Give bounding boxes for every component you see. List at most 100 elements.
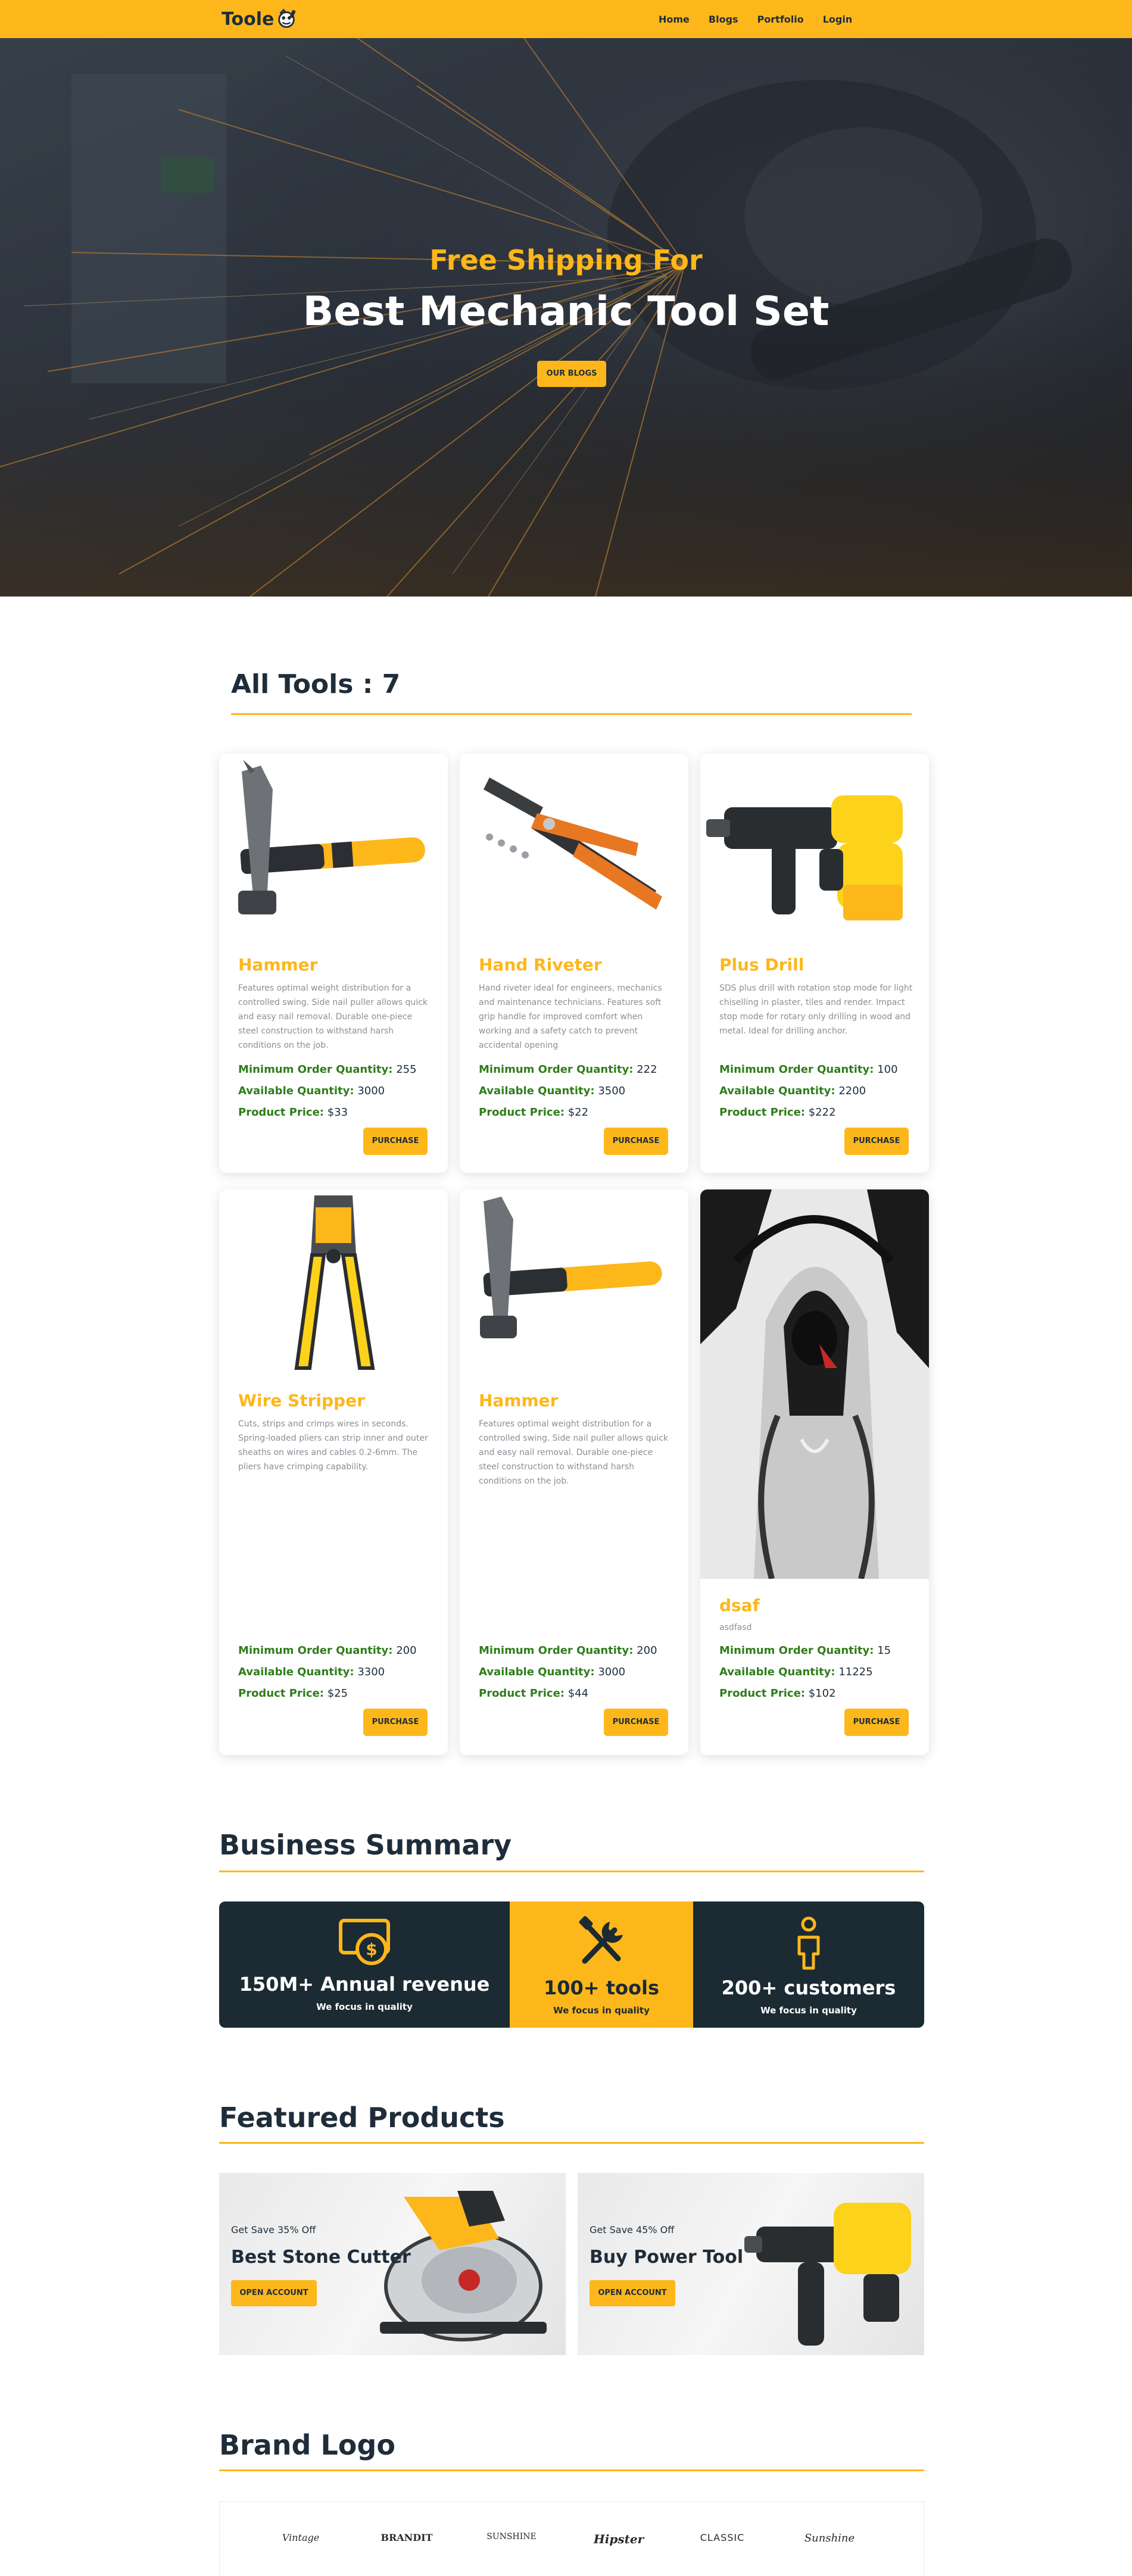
hero-banner: Free Shipping For Best Mechanic Tool Set… (0, 38, 1132, 597)
summary-customers: 200+ customers We focus in quality (693, 1901, 924, 2028)
available-label: Available Quantity: (479, 1666, 595, 1678)
brand-logo-hipster: Hipster (593, 2532, 644, 2546)
logo-text: Toole (222, 8, 275, 30)
tool-image (700, 1189, 929, 1580)
tool-description: Features optimal weight distribution for… (238, 983, 428, 1050)
purchase-button[interactable]: PURCHASE (363, 1128, 428, 1155)
tool-available: Available Quantity: 3000 (238, 1085, 385, 1097)
featured-title: Buy Power Tool (590, 2247, 744, 2268)
featured-heading: Featured Products (219, 2102, 505, 2134)
purchase-button[interactable]: PURCHASE (844, 1128, 909, 1155)
tool-image (219, 754, 448, 943)
brand-logo-brandit: BRANDIT (381, 2532, 433, 2543)
price-value: $33 (327, 1106, 348, 1119)
brand-heading-underline (219, 2469, 924, 2471)
tool-name: Hammer (479, 1391, 559, 1410)
featured-title: Best Stone Cutter (231, 2247, 411, 2268)
tool-card: dsaf asdfasd Minimum Order Quantity: 15 … (700, 1189, 929, 1755)
tool-available: Available Quantity: 3500 (479, 1085, 625, 1097)
tool-card: Hammer Features optimal weight distribut… (219, 754, 448, 1173)
featured-card: Get Save 35% Off Best Stone Cutter OPEN … (219, 2173, 566, 2355)
tool-min-order: Minimum Order Quantity: 15 (719, 1644, 891, 1657)
tool-available: Available Quantity: 3000 (479, 1666, 625, 1678)
min-order-value: 15 (877, 1644, 891, 1657)
tool-image (460, 754, 688, 943)
hooded-figure-image (700, 1189, 929, 1580)
tool-name: Hand Riveter (479, 955, 602, 975)
tools-heading-underline (231, 713, 912, 715)
price-label: Product Price: (238, 1106, 324, 1119)
tool-description: Hand riveter ideal for engineers, mechan… (479, 983, 662, 1050)
featured-card: Get Save 45% Off Buy Power Tool OPEN ACC… (578, 2173, 924, 2355)
tools-icon (579, 1916, 623, 1964)
min-order-label: Minimum Order Quantity: (479, 1063, 634, 1076)
featured-discount: Get Save 45% Off (590, 2224, 675, 2235)
tool-min-order: Minimum Order Quantity: 100 (719, 1063, 898, 1076)
navbar: Toole Home Blogs Portfolio Login (0, 0, 1132, 38)
price-value: $102 (808, 1687, 836, 1700)
price-value: $222 (808, 1106, 836, 1119)
brand-logo-strip: Vintage BRANDIT SUNSHINE Hipster CLASSIC… (219, 2502, 924, 2576)
brand-logo-sunshine-script: Sunshine (804, 2532, 855, 2544)
purchase-button[interactable]: PURCHASE (604, 1709, 668, 1736)
purchase-button[interactable]: PURCHASE (604, 1128, 668, 1155)
tool-price: Product Price: $25 (238, 1687, 348, 1700)
site-logo[interactable]: Toole (222, 7, 298, 31)
tool-image (700, 754, 929, 943)
nav-login[interactable]: Login (813, 14, 862, 25)
summary-heading-underline (219, 1871, 924, 1872)
available-value: 3000 (598, 1666, 626, 1678)
price-value: $22 (567, 1106, 589, 1119)
summary-revenue: $ 150M+ Annual revenue We focus in quali… (219, 1901, 510, 2028)
rotary-hammer-image (744, 2203, 911, 2346)
circular-saw-image (380, 2191, 547, 2341)
min-order-label: Minimum Order Quantity: (238, 1063, 393, 1076)
open-account-button[interactable]: OPEN ACCOUNT (231, 2280, 317, 2306)
price-label: Product Price: (238, 1687, 324, 1700)
tool-description: Features optimal weight distribution for… (479, 1419, 669, 1486)
min-order-value: 200 (396, 1644, 417, 1657)
price-value: $25 (327, 1687, 348, 1700)
tool-card: Wire Stripper Cuts, strips and crimps wi… (219, 1189, 448, 1755)
open-account-button[interactable]: OPEN ACCOUNT (590, 2280, 675, 2306)
hand-riveter-image (484, 778, 662, 910)
tool-available: Available Quantity: 3300 (238, 1666, 385, 1678)
tool-available: Available Quantity: 2200 (719, 1085, 866, 1097)
tool-min-order: Minimum Order Quantity: 200 (479, 1644, 657, 1657)
tool-name: Wire Stripper (238, 1391, 365, 1410)
business-summary-heading: Business Summary (219, 1829, 512, 1861)
purchase-button[interactable]: PURCHASE (844, 1709, 909, 1736)
tool-price: Product Price: $33 (238, 1106, 348, 1119)
tool-price: Product Price: $102 (719, 1687, 836, 1700)
nav-portfolio[interactable]: Portfolio (748, 14, 813, 25)
price-label: Product Price: (719, 1106, 805, 1119)
tools-heading: All Tools : 7 (231, 669, 401, 700)
nav-menu: Home Blogs Portfolio Login (649, 0, 862, 38)
price-label: Product Price: (479, 1687, 565, 1700)
summary-value: 150M+ Annual revenue (239, 1973, 490, 1996)
page: Toole Home Blogs Portfolio Login Free Sh… (0, 0, 1132, 2576)
summary-caption: We focus in quality (553, 2005, 650, 2016)
mascot-icon (278, 8, 296, 28)
tool-image (219, 1189, 448, 1379)
brand-logo-sunshine: SUNSHINE (487, 2532, 537, 2541)
min-order-value: 255 (396, 1063, 417, 1076)
summary-tools: 100+ tools We focus in quality (510, 1901, 693, 2028)
nav-home[interactable]: Home (649, 14, 699, 25)
price-label: Product Price: (719, 1687, 805, 1700)
min-order-label: Minimum Order Quantity: (479, 1644, 634, 1657)
hero-title: Best Mechanic Tool Set (303, 288, 829, 335)
featured-discount: Get Save 35% Off (231, 2224, 316, 2235)
wire-stripper-image (294, 1195, 375, 1370)
purchase-button[interactable]: PURCHASE (363, 1709, 428, 1736)
svg-text:$: $ (366, 1940, 377, 1959)
available-label: Available Quantity: (238, 1666, 354, 1678)
our-blogs-button[interactable]: OUR BLOGS (537, 361, 606, 387)
tool-description: Cuts, strips and crimps wires in seconds… (238, 1419, 428, 1472)
nav-blogs[interactable]: Blogs (699, 14, 748, 25)
tool-name: Hammer (238, 955, 318, 975)
tool-image (460, 1189, 688, 1379)
min-order-value: 100 (877, 1063, 898, 1076)
available-value: 3300 (357, 1666, 385, 1678)
available-value: 3000 (357, 1085, 385, 1097)
